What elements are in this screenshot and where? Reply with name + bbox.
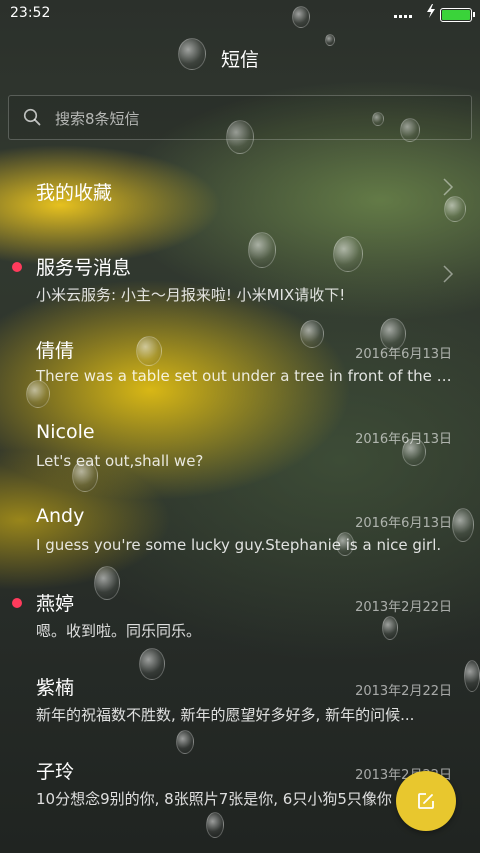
- status-bar: 23:52: [0, 0, 480, 30]
- thread-name: 紫楠: [36, 677, 75, 699]
- thread-name: Nicole: [36, 421, 95, 443]
- thread-item[interactable]: 燕婷 2013年2月22日 嗯。收到啦。同乐同乐。: [0, 589, 480, 673]
- thread-date: 2013年2月22日: [355, 684, 452, 699]
- thread-preview: 10分想念9别的你, 8张照片7张是你, 6只小狗5只像你: [36, 790, 392, 808]
- thread-name: 子玲: [36, 761, 75, 783]
- search-input[interactable]: [53, 104, 457, 134]
- thread-name: 倩倩: [36, 340, 75, 362]
- search-bar[interactable]: [8, 95, 472, 140]
- thread-date: 2016年6月13日: [355, 516, 452, 531]
- status-time: 23:52: [10, 5, 51, 21]
- thread-service-messages[interactable]: 服务号消息 小米云服务: 小主～月报来啦! 小米MIX请收下!: [0, 253, 480, 337]
- battery-level: [442, 10, 470, 20]
- thread-item[interactable]: Andy 2016年6月13日 I guess you're some luck…: [0, 505, 480, 589]
- thread-name: 燕婷: [36, 593, 75, 615]
- chevron-right-icon: [442, 263, 454, 285]
- thread-name: 服务号消息: [36, 257, 132, 279]
- thread-favorites[interactable]: 我的收藏: [0, 178, 480, 262]
- unread-dot: [12, 262, 22, 272]
- thread-date: 2013年2月22日: [355, 600, 452, 615]
- page-title: 短信: [220, 49, 259, 71]
- thread-date: 2016年6月13日: [355, 432, 452, 447]
- compose-button[interactable]: [396, 771, 456, 831]
- signal-icon: [394, 7, 416, 22]
- thread-preview: 小米云服务: 小主～月报来啦! 小米MIX请收下!: [36, 286, 346, 304]
- charging-icon: [426, 4, 436, 22]
- thread-item[interactable]: 紫楠 2013年2月22日 新年的祝福数不胜数, 新年的愿望好多好多, 新年的问…: [0, 673, 480, 757]
- thread-preview: 新年的祝福数不胜数, 新年的愿望好多好多, 新年的问候...: [36, 706, 415, 724]
- thread-preview: There was a table set out under a tree i…: [36, 367, 452, 385]
- thread-name: Andy: [36, 505, 85, 527]
- unread-dot: [12, 598, 22, 608]
- chevron-right-icon: [442, 176, 454, 198]
- thread-item[interactable]: 倩倩 2016年6月13日 There was a table set out …: [0, 336, 480, 420]
- thread-preview: 嗯。收到啦。同乐同乐。: [36, 622, 202, 640]
- battery-icon: [440, 8, 475, 22]
- thread-preview: Let's eat out,shall we?: [36, 452, 204, 470]
- search-icon: [23, 108, 41, 126]
- thread-name: 我的收藏: [36, 182, 113, 204]
- thread-date: 2016年6月13日: [355, 347, 452, 362]
- thread-item[interactable]: Nicole 2016年6月13日 Let's eat out,shall we…: [0, 421, 480, 505]
- thread-preview: I guess you're some lucky guy.Stephanie …: [36, 536, 442, 554]
